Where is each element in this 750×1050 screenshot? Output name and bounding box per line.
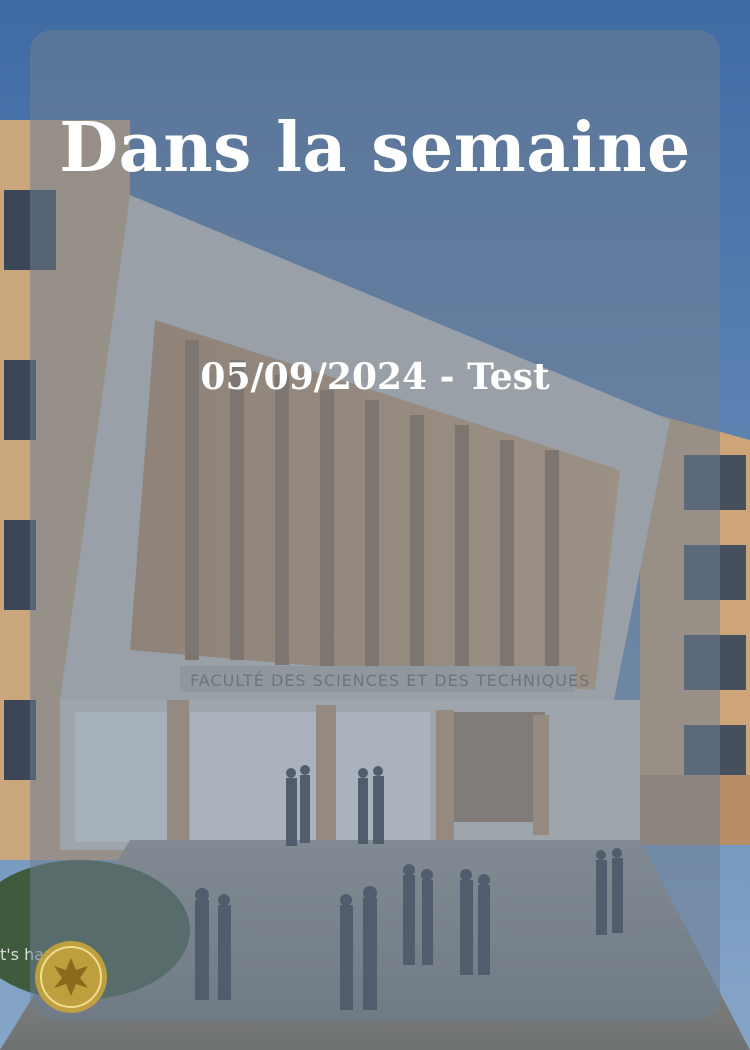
- card-subtitle: 05/09/2024 - Test: [200, 356, 550, 398]
- card-title: Dans la semaine: [59, 108, 691, 188]
- university-seal-icon: [35, 941, 107, 1013]
